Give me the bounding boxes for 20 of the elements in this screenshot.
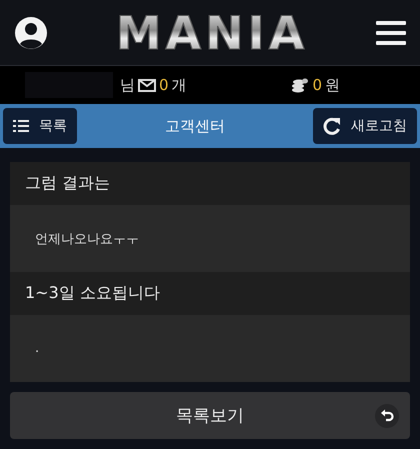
coins-icon: [291, 77, 310, 93]
return-icon: [375, 404, 399, 428]
list-button[interactable]: 목록: [3, 108, 77, 144]
user-icon[interactable]: [14, 16, 48, 50]
page-title: 고객센터: [165, 116, 225, 136]
refresh-button[interactable]: 새로고침: [313, 108, 417, 144]
point-amount: 0: [312, 76, 322, 94]
post-title: 그럼 결과는: [25, 173, 110, 194]
user-suffix: 님: [120, 76, 135, 94]
list-view-button[interactable]: 목록보기: [10, 392, 410, 439]
menu-icon[interactable]: [376, 20, 406, 44]
point-unit: 원: [325, 76, 340, 94]
refresh-icon: [323, 117, 341, 135]
list-icon: [13, 120, 29, 132]
message-unit: 개: [172, 76, 187, 94]
post-title: 1~3일 소요됩니다: [25, 283, 160, 304]
message-count: 0: [159, 76, 169, 94]
post-body: .: [35, 341, 40, 356]
post-body: 언제나오나요ㅜㅜ: [35, 230, 139, 248]
envelope-icon[interactable]: [138, 78, 156, 92]
